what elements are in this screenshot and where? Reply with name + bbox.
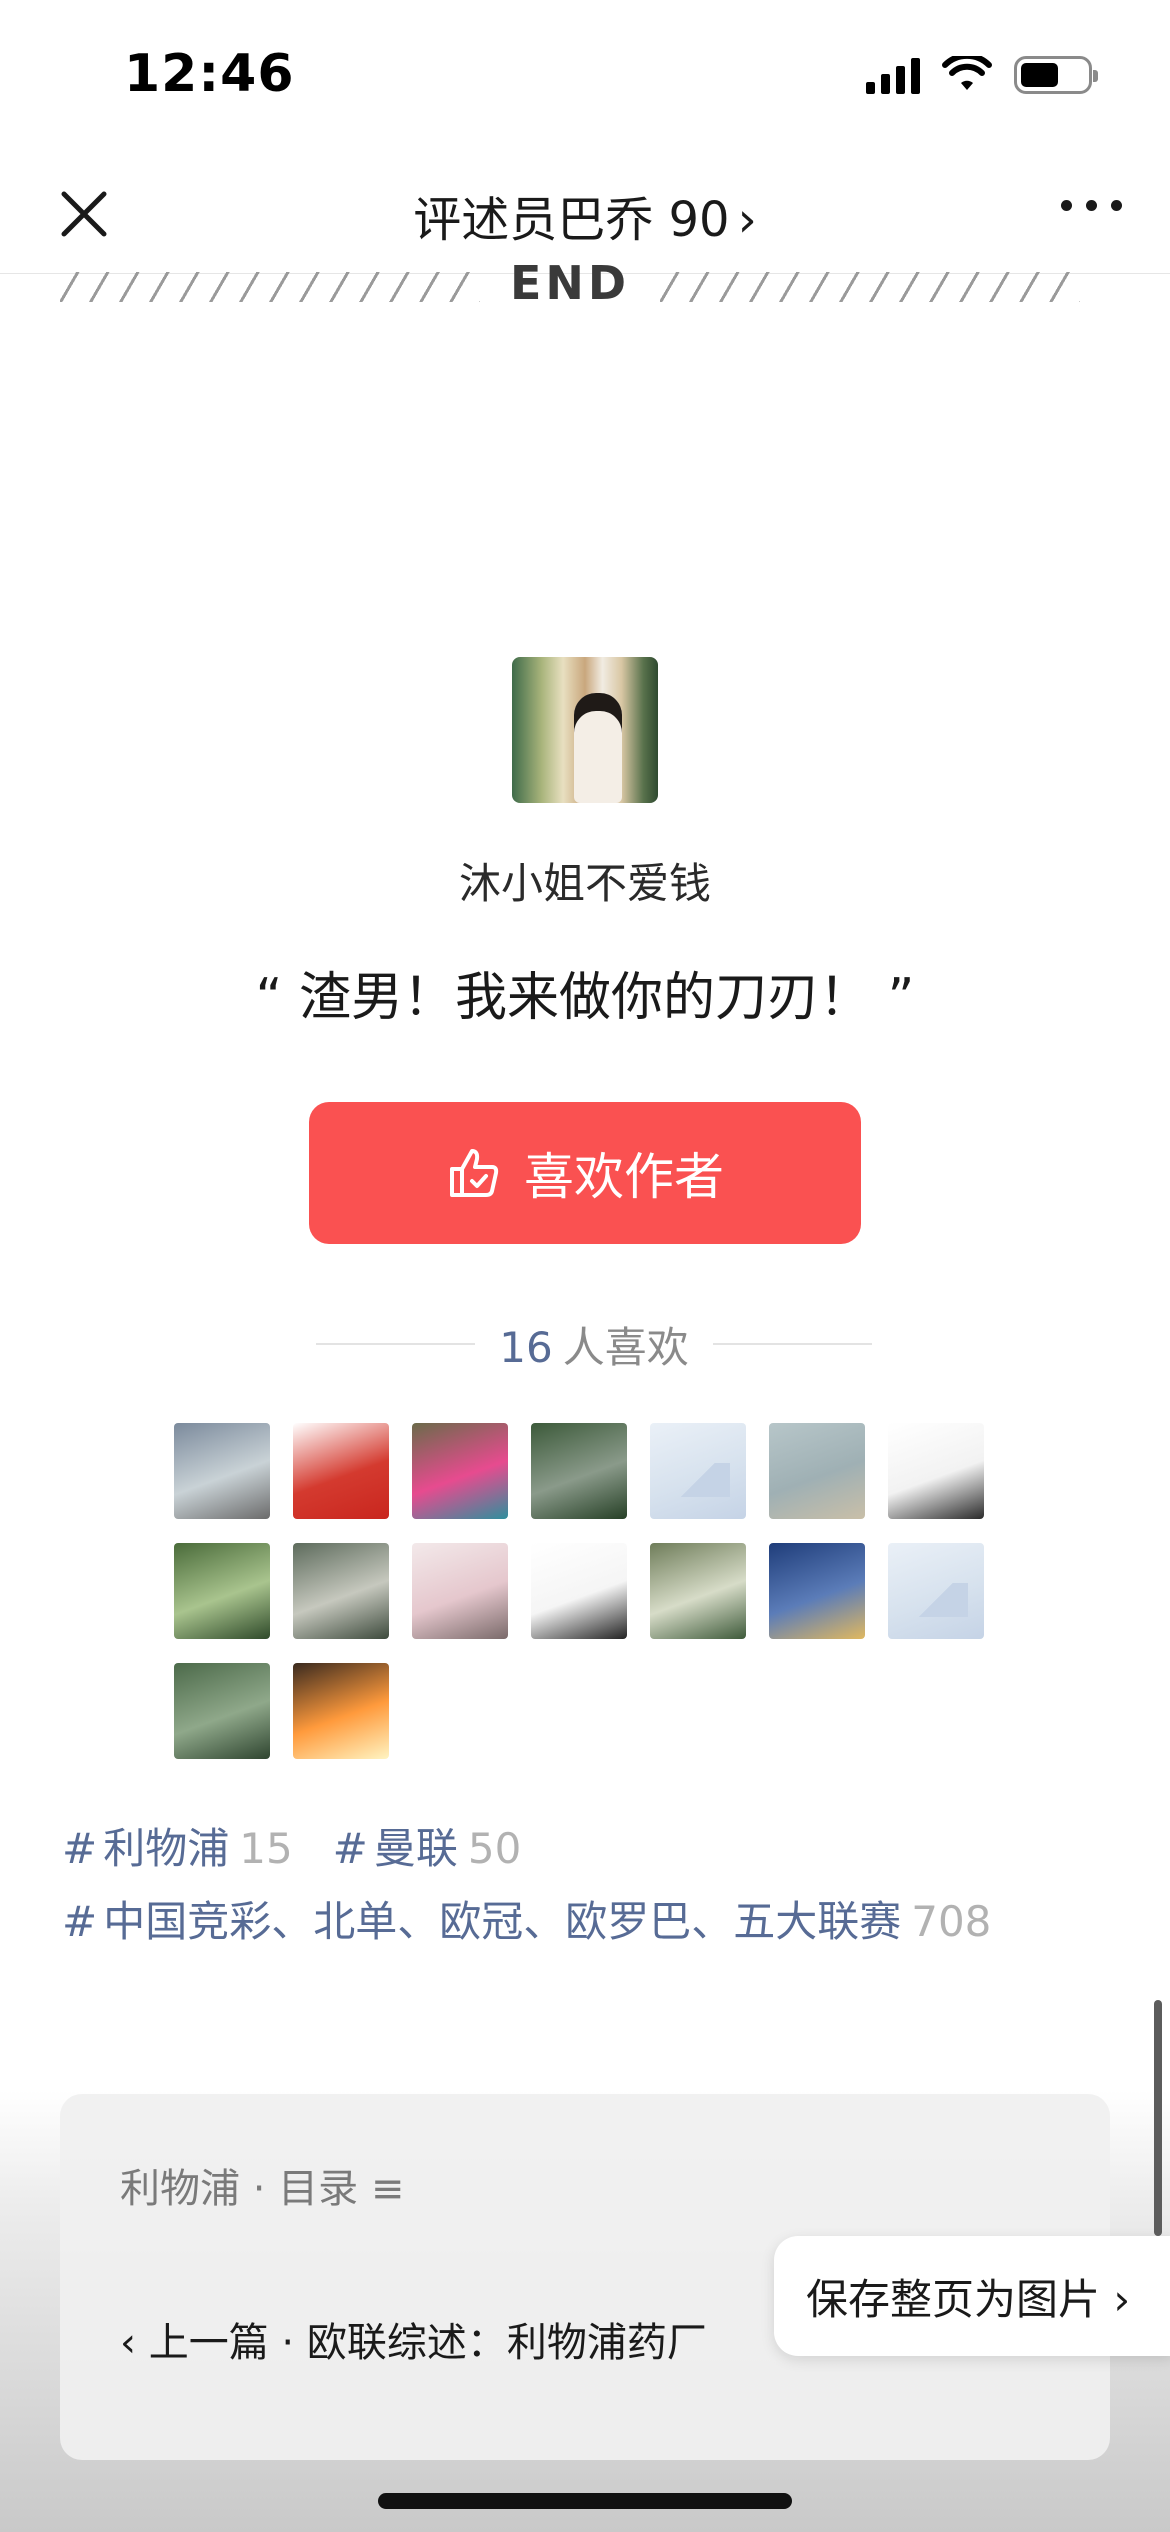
cellular-signal-icon: [866, 56, 920, 94]
account-title-link[interactable]: 评述员巴乔 90 ›: [0, 180, 1170, 250]
scrollbar[interactable]: [1154, 2000, 1162, 2236]
likes-count-suffix: 人喜欢: [562, 1322, 689, 1372]
wifi-icon: [942, 56, 992, 90]
liker-avatar[interactable]: [531, 1543, 627, 1639]
liker-avatar[interactable]: [174, 1423, 270, 1519]
likes-count-row: 16 人喜欢: [316, 1318, 872, 1372]
liker-avatar[interactable]: [769, 1423, 865, 1519]
liker-avatar[interactable]: [888, 1423, 984, 1519]
account-name: 评述员巴乔 90: [413, 192, 730, 248]
tag-row: # 利物浦 15 # 曼联 50: [62, 1815, 521, 1876]
tag-man-united[interactable]: # 曼联 50: [333, 1815, 522, 1876]
image-placeholder-icon: [666, 1463, 730, 1497]
battery-icon: [1014, 56, 1098, 94]
album-directory-link[interactable]: 利物浦 · 目录 ≡: [120, 2156, 404, 2214]
liker-avatar[interactable]: [412, 1543, 508, 1639]
status-bar: 12:46: [0, 0, 1170, 150]
tag-football-lottery[interactable]: # 中国竞彩、北单、欧冠、欧罗巴、五大联赛 708: [62, 1888, 991, 1949]
like-author-label: 喜欢作者: [524, 1148, 724, 1206]
liker-avatar[interactable]: [888, 1543, 984, 1639]
nav-bar: 评述员巴乔 90 ›: [0, 150, 1170, 274]
tag-liverpool[interactable]: # 利物浦 15: [62, 1815, 293, 1876]
author-name: 沐小姐不爱钱: [458, 859, 711, 908]
status-time: 12:46: [124, 44, 295, 104]
more-options-icon[interactable]: [1061, 200, 1122, 211]
previous-article-link[interactable]: ‹ 上一篇 · 欧联综述：利物浦药厂: [120, 2310, 707, 2368]
liker-avatar[interactable]: [650, 1543, 746, 1639]
tag-row: # 中国竞彩、北单、欧冠、欧罗巴、五大联赛 708: [62, 1888, 991, 1949]
liker-avatar[interactable]: [412, 1423, 508, 1519]
home-indicator[interactable]: [378, 2493, 792, 2509]
likes-count: 16 人喜欢: [499, 1314, 688, 1375]
liker-avatar[interactable]: [769, 1543, 865, 1639]
save-page-as-image-button[interactable]: 保存整页为图片 ›: [774, 2236, 1170, 2356]
liker-avatar[interactable]: [293, 1663, 389, 1759]
liker-avatar[interactable]: [293, 1423, 389, 1519]
image-placeholder-icon: [904, 1583, 968, 1617]
likes-count-number: 16: [499, 1322, 553, 1372]
liker-avatar[interactable]: [174, 1543, 270, 1639]
thumbs-up-check-icon: [450, 1149, 499, 1197]
liker-avatar-grid: [174, 1423, 1004, 1759]
like-author-button[interactable]: 喜欢作者: [309, 1102, 861, 1244]
chevron-right-icon: ›: [737, 192, 757, 248]
liker-avatar[interactable]: [293, 1543, 389, 1639]
liker-avatar[interactable]: [174, 1663, 270, 1759]
status-icons: [866, 56, 1098, 94]
liker-avatar[interactable]: [531, 1423, 627, 1519]
end-divider: END: [60, 262, 1080, 308]
author-quote: “ 渣男！我来做你的刀刃！ ”: [255, 968, 915, 1028]
end-label: END: [509, 262, 631, 308]
liker-avatar[interactable]: [650, 1423, 746, 1519]
author-avatar[interactable]: [512, 657, 658, 803]
